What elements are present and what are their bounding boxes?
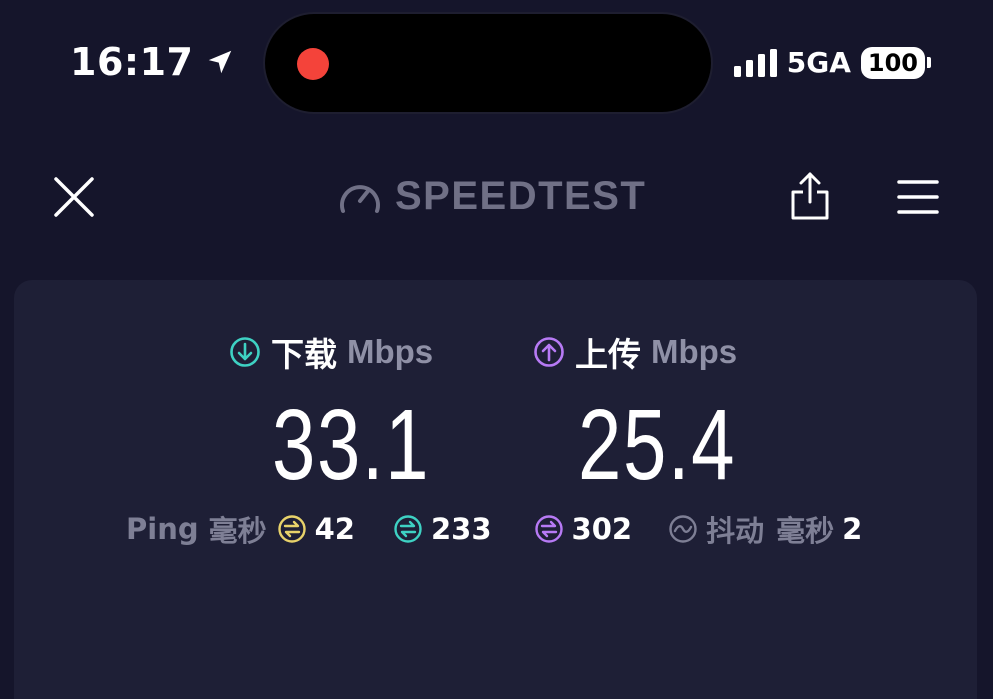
ping-upload: 302	[534, 512, 633, 546]
upload-header: 上传 Mbps	[533, 328, 737, 376]
signal-strength-icon	[733, 48, 777, 77]
ping-upload-value: 302	[571, 512, 633, 546]
ping-label: Ping	[126, 512, 199, 546]
network-type: 5GA	[786, 46, 851, 79]
menu-button[interactable]	[897, 176, 939, 218]
close-icon	[54, 177, 94, 217]
status-time-text: 16:17	[70, 40, 194, 84]
results-card	[14, 280, 977, 699]
download-arrow-icon	[230, 337, 260, 367]
download-speed-value: 33.1	[272, 389, 431, 501]
latency-row: Ping 毫秒 42 233 302 抖动 毫秒 2	[126, 508, 862, 550]
jitter-wave-icon	[669, 515, 697, 543]
idle-latency-icon	[277, 515, 306, 543]
download-unit: Mbps	[347, 333, 434, 370]
upload-speed-value: 25.4	[578, 389, 737, 501]
upload-label: 上传	[575, 335, 641, 374]
ping-download-value: 233	[430, 512, 492, 546]
hamburger-menu-icon	[897, 180, 939, 214]
upload-latency-icon	[534, 515, 563, 543]
share-icon	[791, 172, 829, 220]
battery-level: 100	[860, 46, 925, 79]
share-button[interactable]	[788, 170, 832, 222]
status-time: 16:17	[70, 40, 235, 84]
ping-idle: 42	[277, 512, 355, 546]
ping-unit: 毫秒	[208, 514, 267, 548]
jitter-value: 2	[842, 512, 863, 546]
download-header: 下载 Mbps	[229, 328, 433, 376]
jitter-unit: 毫秒	[776, 514, 835, 548]
jitter: 抖动 毫秒 2	[668, 508, 862, 550]
close-button[interactable]	[52, 175, 96, 219]
status-indicators: 5GA 100	[733, 46, 931, 79]
dynamic-island	[265, 14, 711, 112]
location-arrow-icon	[209, 50, 232, 74]
gauge-icon	[340, 184, 380, 213]
speedtest-logo: SPEEDTEST	[337, 174, 646, 219]
download-label: 下载	[271, 335, 337, 374]
brand-name: SPEEDTEST	[395, 174, 647, 218]
upload-unit: Mbps	[651, 333, 738, 370]
recording-indicator	[297, 48, 329, 80]
speedtest-screen: 16:17 5GA 100 SPEEDTEST 下载 Mbps 上传 Mbps …	[0, 0, 993, 699]
ping-idle-value: 42	[314, 512, 355, 546]
download-latency-icon	[394, 515, 422, 543]
ping-download: 233	[393, 512, 492, 546]
battery-icon: 100	[860, 46, 931, 79]
jitter-label: 抖动	[706, 514, 765, 548]
upload-arrow-icon	[534, 337, 564, 367]
